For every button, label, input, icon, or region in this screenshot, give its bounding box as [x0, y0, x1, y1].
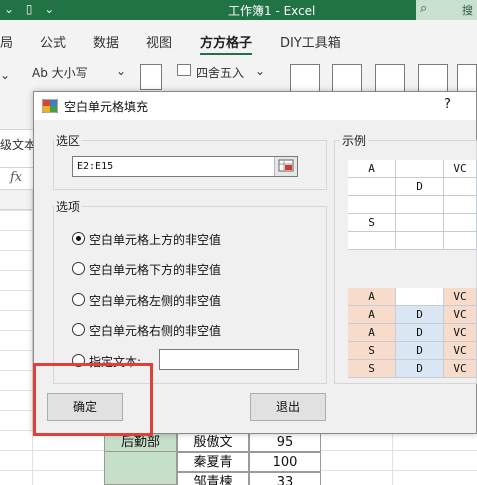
tab-formulas[interactable]: 公式 — [40, 32, 66, 51]
round-button[interactable]: 四舍五入 — [196, 64, 244, 81]
example-after-table: A VC A D VC A D VC S D VC S D VC — [348, 288, 477, 378]
option-label: 空白单元格左侧的非空值 — [89, 294, 222, 308]
example-cell: D — [396, 360, 444, 378]
example-cell: D — [396, 306, 444, 324]
cell-name[interactable]: 邹青楝 — [177, 472, 249, 485]
example-cell — [348, 196, 396, 214]
more-icon[interactable] — [457, 64, 477, 92]
example-cell — [348, 178, 396, 196]
example-cell — [444, 178, 477, 196]
example-cell: VC — [444, 324, 477, 342]
function-icon[interactable]: fx — [10, 170, 22, 185]
example-cell: D — [396, 342, 444, 360]
cell-value[interactable]: 100 — [249, 452, 321, 472]
case-button[interactable]: Ab 大小写 — [32, 64, 88, 81]
dialog-title-bar[interactable]: 空白单元格填充 ? — [34, 92, 476, 120]
range-input[interactable]: E2:E15 — [72, 156, 298, 177]
custom-text-input[interactable] — [159, 349, 299, 370]
list-icon[interactable] — [332, 64, 362, 92]
search-box[interactable]: ⌕ 搜 — [416, 0, 477, 20]
example-cell — [396, 196, 444, 214]
tab-fangfang[interactable]: 方方格子 — [200, 32, 253, 55]
range-group-caption: 选区 — [54, 132, 83, 149]
example-cell: VC — [444, 306, 477, 324]
example-cell — [396, 160, 444, 178]
tab-diy-toolbox[interactable]: DIY工具箱 — [280, 32, 341, 51]
radio-button[interactable] — [72, 323, 85, 336]
example-group-caption: 示例 — [340, 132, 369, 149]
option-label: 空白单元格下方的非空值 — [89, 263, 222, 277]
dialog-app-icon — [42, 99, 58, 113]
example-cell — [396, 214, 444, 232]
option-label: 空白单元格右侧的非空值 — [89, 324, 222, 338]
grid-icon[interactable] — [418, 64, 448, 92]
round-icon — [177, 64, 191, 76]
example-before-table: A VC D S — [348, 160, 477, 250]
example-cell: A — [348, 160, 396, 178]
delete-icon[interactable] — [140, 64, 162, 90]
quick-access-toolbar[interactable]: ⌄ ▯ ⌄ — [4, 2, 58, 16]
example-cell — [444, 196, 477, 214]
cell-name[interactable]: 殷傲文 — [177, 432, 249, 452]
ribbon-chevron[interactable]: ⌄ — [0, 68, 10, 82]
range-picker-icon — [278, 159, 294, 172]
title-bar: ⌄ ▯ ⌄ 工作簿1 - Excel ⌕ 搜 — [0, 0, 477, 20]
search-hint: 搜 — [462, 4, 473, 17]
option-label: 空白单元格上方的非空值 — [89, 233, 222, 247]
chevron-down-icon[interactable]: ⌄ — [116, 64, 126, 78]
example-cell: D — [396, 178, 444, 196]
tab-layout[interactable]: 局 — [0, 32, 13, 51]
tab-data[interactable]: 数据 — [93, 32, 119, 51]
ribbon-group-label: 级文本 — [0, 138, 37, 152]
example-cell: A — [348, 324, 396, 342]
highlight-box — [33, 363, 153, 436]
clipboard-icon[interactable] — [290, 64, 320, 92]
example-cell: VC — [444, 342, 477, 360]
exit-button[interactable]: 退出 — [250, 393, 326, 421]
example-cell: S — [348, 342, 396, 360]
example-cell: S — [348, 360, 396, 378]
ribbon-tabs: 局 公式 数据 视图 方方格子 DIY工具箱 — [0, 20, 477, 62]
chevron-down-icon[interactable]: ⌄ — [255, 64, 265, 78]
example-cell — [444, 232, 477, 250]
radio-button[interactable] — [72, 262, 85, 275]
range-picker-button[interactable] — [274, 157, 297, 176]
example-cell: A — [348, 288, 396, 306]
table-icon[interactable] — [375, 64, 405, 92]
example-cell: VC — [444, 288, 477, 306]
dialog-title: 空白单元格填充 — [64, 100, 149, 114]
example-cell — [444, 214, 477, 232]
example-cell — [396, 288, 444, 306]
cell-value[interactable]: 33 — [249, 472, 321, 485]
search-icon: ⌕ — [420, 1, 428, 16]
tab-view[interactable]: 视图 — [146, 32, 172, 51]
example-cell: A — [348, 306, 396, 324]
example-cell: VC — [444, 360, 477, 378]
help-button[interactable]: ? — [444, 97, 451, 112]
window-title: 工作簿1 - Excel — [228, 4, 316, 18]
example-cell: VC — [444, 160, 477, 178]
options-group-caption: 选项 — [54, 198, 83, 215]
radio-button[interactable] — [72, 293, 85, 306]
example-cell: S — [348, 214, 396, 232]
cell-name[interactable]: 秦夏青 — [177, 452, 249, 472]
radio-button[interactable] — [72, 232, 85, 245]
example-cell — [396, 232, 444, 250]
example-cell: D — [396, 324, 444, 342]
example-cell — [348, 232, 396, 250]
cell-value[interactable]: 95 — [249, 432, 321, 452]
